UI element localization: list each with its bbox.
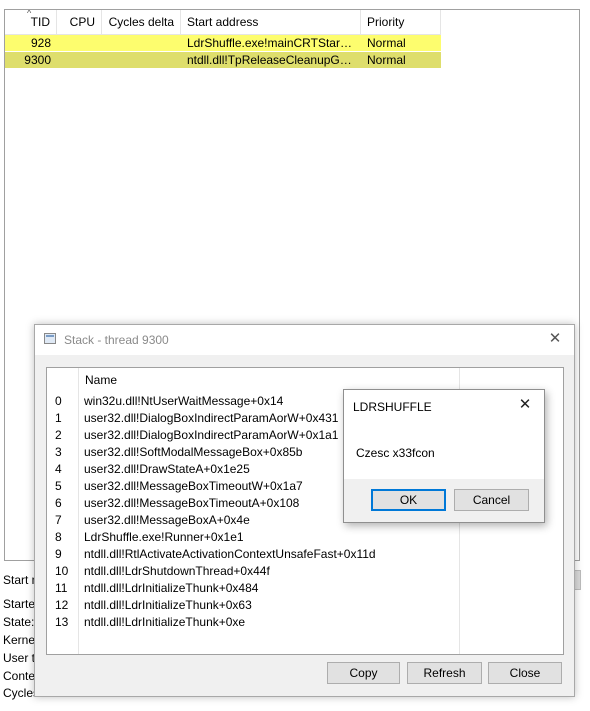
thread-start-address: ntdll.dll!TpReleaseCleanupGroup...	[187, 53, 361, 67]
kernel-time-label: Kernel	[3, 633, 38, 647]
frame-name: user32.dll!DialogBoxIndirectParamAorW+0x…	[84, 428, 339, 442]
ok-button[interactable]: OK	[371, 489, 446, 511]
thread-cpu	[57, 52, 102, 68]
frame-name: ntdll.dll!RtlActivateActivationContextUn…	[84, 547, 376, 561]
thread-priority: Normal	[367, 36, 406, 50]
thread-cpu	[57, 35, 102, 51]
close-icon[interactable]: ✕	[546, 330, 564, 348]
stack-titlebar[interactable]: Stack - thread 9300 ✕	[35, 325, 574, 355]
frame-name: ntdll.dll!LdrShutdownThread+0x44f	[84, 564, 270, 578]
user-time-label: User ti	[3, 651, 38, 665]
window-icon	[44, 333, 56, 344]
refresh-button[interactable]: Refresh	[407, 662, 482, 684]
frame-name: user32.dll!MessageBoxTimeoutA+0x108	[84, 496, 300, 510]
frame-name: ntdll.dll!LdrInitializeThunk+0x484	[84, 581, 259, 595]
frame-index: 1	[55, 411, 62, 425]
close-button[interactable]: Close	[488, 662, 562, 684]
started-label: Starte	[3, 597, 36, 611]
frame-index: 3	[55, 445, 62, 459]
message-box-title: LDRSHUFFLE	[353, 400, 432, 414]
stack-frame-row[interactable]: 12 ntdll.dll!LdrInitializeThunk+0x63	[47, 597, 459, 614]
message-box-content: LDRSHUFFLE ✕ Czesc x33fcon	[344, 390, 544, 479]
sort-up-icon: ^	[27, 10, 32, 18]
stack-frame-row[interactable]: 9 ntdll.dll!RtlActivateActivationContextU…	[47, 546, 459, 563]
column-cycles-delta[interactable]: Cycles delta	[102, 10, 181, 34]
frame-name: ntdll.dll!LdrInitializeThunk+0xe	[84, 615, 246, 629]
stack-frame-row[interactable]: 8 LdrShuffle.exe!Runner+0x1e1	[47, 529, 459, 546]
frame-index: 6	[55, 496, 62, 510]
thread-tid: 9300	[24, 53, 51, 67]
column-tid[interactable]: ^ TID	[5, 10, 57, 34]
frame-index: 5	[55, 479, 62, 493]
thread-tid: 928	[30, 36, 51, 50]
message-box: LDRSHUFFLE ✕ Czesc x33fcon OK Cancel	[343, 389, 545, 523]
column-priority[interactable]: Priority	[361, 10, 441, 34]
frame-name: win32u.dll!NtUserWaitMessage+0x14	[84, 394, 284, 408]
stack-frame-row[interactable]: 13 ntdll.dll!LdrInitializeThunk+0xe	[47, 614, 459, 631]
frame-index: 9	[55, 547, 62, 561]
frame-index: 13	[55, 615, 69, 629]
copy-button[interactable]: Copy	[327, 662, 400, 684]
column-cpu[interactable]: CPU	[57, 10, 102, 34]
frame-name: user32.dll!MessageBoxTimeoutW+0x1a7	[84, 479, 303, 493]
stack-title: Stack - thread 9300	[64, 333, 169, 347]
frame-index: 0	[55, 394, 62, 408]
frame-name: ntdll.dll!LdrInitializeThunk+0x63	[84, 598, 252, 612]
frame-index: 10	[55, 564, 69, 578]
frame-index: 2	[55, 428, 62, 442]
thread-start-address: LdrShuffle.exe!mainCRTStartup	[187, 36, 357, 50]
stack-frame-row[interactable]: 10 ntdll.dll!LdrShutdownThread+0x44f	[47, 563, 459, 580]
frame-index: 12	[55, 598, 69, 612]
thread-row[interactable]: 928 LdrShuffle.exe!mainCRTStartup Normal	[5, 35, 441, 51]
cancel-button[interactable]: Cancel	[454, 489, 529, 511]
frame-index: 11	[55, 581, 68, 595]
frame-index: 8	[55, 530, 62, 544]
frame-name: user32.dll!SoftModalMessageBox+0x85b	[84, 445, 303, 459]
frame-index: 4	[55, 462, 62, 476]
close-icon[interactable]: ✕	[516, 396, 534, 414]
threads-header: ^ TID CPU Cycles delta Start address Pri…	[5, 10, 441, 35]
thread-cycles	[102, 35, 181, 51]
state-label: State:	[3, 615, 35, 629]
column-start-address[interactable]: Start address	[181, 10, 361, 34]
frame-name: user32.dll!DrawStateA+0x1e25	[84, 462, 250, 476]
frame-name: user32.dll!MessageBoxA+0x4e	[84, 513, 250, 527]
stack-frame-row[interactable]: 11 ntdll.dll!LdrInitializeThunk+0x484	[47, 580, 459, 597]
thread-priority: Normal	[367, 53, 406, 67]
frame-name: user32.dll!DialogBoxIndirectParamAorW+0x…	[84, 411, 339, 425]
message-text: Czesc x33fcon	[356, 446, 435, 460]
frame-index: 7	[55, 513, 62, 527]
thread-row[interactable]: 9300 ntdll.dll!TpReleaseCleanupGroup... …	[5, 52, 441, 68]
frame-name: LdrShuffle.exe!Runner+0x1e1	[84, 530, 244, 544]
thread-cycles	[102, 52, 181, 68]
